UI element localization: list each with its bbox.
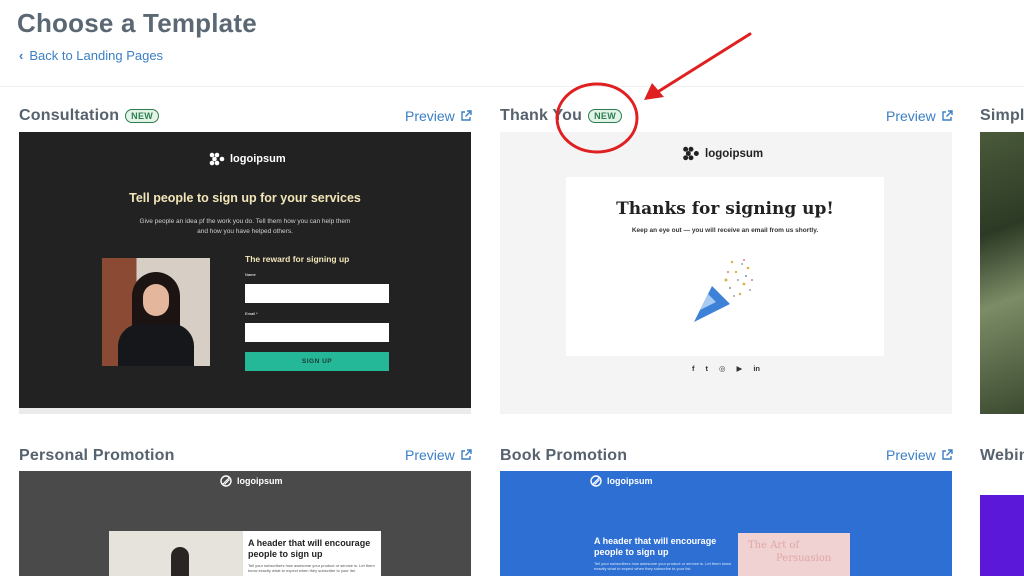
logo-icon [209, 152, 225, 166]
party-popper-icon [694, 259, 753, 322]
external-link-icon [942, 449, 953, 460]
template-header-consultation: Consultation NEW [19, 105, 160, 127]
template-title: Personal Promotion [19, 447, 175, 464]
instagram-icon: ◎ [719, 364, 726, 373]
logo-icon [590, 475, 602, 487]
sign-up-button: SIGN UP [245, 352, 389, 371]
social-icons: f t ◎ ▶ in [500, 364, 952, 373]
youtube-icon: ▶ [736, 364, 743, 373]
book-body: Tell your subscribers how awesome your p… [594, 561, 732, 571]
thank-you-subtext: Keep an eye out — you will receive an em… [631, 227, 819, 234]
header-divider [0, 86, 1024, 87]
logo-icon [683, 146, 699, 161]
thumb-headline: Tell people to sign up for your services [129, 191, 361, 205]
template-header-webinar: Webin [980, 445, 1024, 467]
logo-text: logoipsum [230, 153, 286, 165]
preview-label: Preview [886, 447, 936, 463]
name-label: Name [245, 272, 256, 277]
back-to-landing-pages-link[interactable]: ‹ Back to Landing Pages [19, 48, 163, 63]
email-label: Email * [245, 311, 258, 316]
template-title: Book Promotion [500, 447, 628, 464]
template-title: Simple [980, 107, 1024, 124]
book-header: A header that will encourage people to s… [594, 536, 717, 557]
template-title: Consultation [19, 107, 120, 124]
preview-label: Preview [405, 108, 455, 124]
new-badge: NEW [125, 109, 160, 123]
name-field [245, 284, 389, 303]
template-thumbnail-consultation[interactable]: logoipsum Tell people to sign up for you… [19, 132, 471, 414]
template-header-personal-promotion: Personal Promotion [19, 445, 175, 467]
template-thumbnail-simple[interactable] [980, 132, 1024, 414]
logo: logoipsum [682, 146, 763, 161]
preview-link-book-promotion[interactable]: Preview [886, 447, 953, 463]
template-header-simple: Simple [980, 105, 1024, 127]
logo-text: logoipsum [607, 476, 653, 486]
form-title: The reward for signing up [245, 254, 350, 264]
book-text: A header that will encourage people to s… [594, 536, 734, 571]
preview-link-personal-promotion[interactable]: Preview [405, 447, 472, 463]
preview-link-consultation[interactable]: Preview [405, 108, 472, 124]
template-thumbnail-personal-promotion[interactable]: logoipsum A header that will encourage p… [19, 471, 471, 576]
template-thumbnail-thank-you[interactable]: logoipsum Thanks for signing up! Keep an… [500, 132, 952, 414]
template-header-thank-you: Thank You NEW [500, 105, 623, 127]
email-field [245, 323, 389, 342]
thumb-subtext: Give people an idea pf the work you do. … [139, 218, 351, 235]
promo-header: A header that will encourage people to s… [248, 538, 371, 559]
thank-you-card: Thanks for signing up! Keep an eye out —… [566, 177, 884, 356]
preview-label: Preview [405, 447, 455, 463]
template-title: Thank You [500, 107, 583, 124]
book-title-line1: The Art of [748, 540, 800, 551]
logo: logoipsum [209, 152, 286, 166]
external-link-icon [461, 449, 472, 460]
book-title-line2: Persuasion [776, 553, 832, 564]
back-link-label: Back to Landing Pages [29, 48, 164, 63]
new-badge: NEW [588, 109, 623, 123]
promo-photo [109, 531, 247, 576]
thank-you-headline: Thanks for signing up! [616, 199, 834, 219]
promo-body: Tell your subscribers how awesome your p… [248, 563, 375, 573]
logo-text: logoipsum [237, 476, 283, 486]
template-title: Webin [980, 447, 1024, 464]
page-title: Choose a Template [17, 8, 257, 38]
template-thumbnail-webinar[interactable] [980, 471, 1024, 576]
logo: logoipsum [590, 475, 653, 487]
promo-card: A header that will encourage people to s… [243, 531, 381, 576]
book-cover: The Art of Persuasion [738, 533, 850, 576]
logo: logoipsum [220, 475, 283, 487]
external-link-icon [461, 110, 472, 121]
chevron-left-icon: ‹ [19, 48, 24, 63]
preview-link-thank-you[interactable]: Preview [886, 108, 953, 124]
portrait-photo [102, 258, 210, 366]
logo-icon [220, 475, 232, 487]
facebook-icon: f [692, 364, 695, 373]
annotation-arrow [644, 32, 752, 100]
template-header-book-promotion: Book Promotion [500, 445, 627, 467]
external-link-icon [942, 110, 953, 121]
template-thumbnail-book-promotion[interactable]: logoipsum A header that will encourage p… [500, 471, 952, 576]
logo-text: logoipsum [705, 147, 764, 160]
twitter-icon: t [705, 364, 709, 373]
preview-label: Preview [886, 108, 936, 124]
linkedin-icon: in [753, 364, 760, 373]
